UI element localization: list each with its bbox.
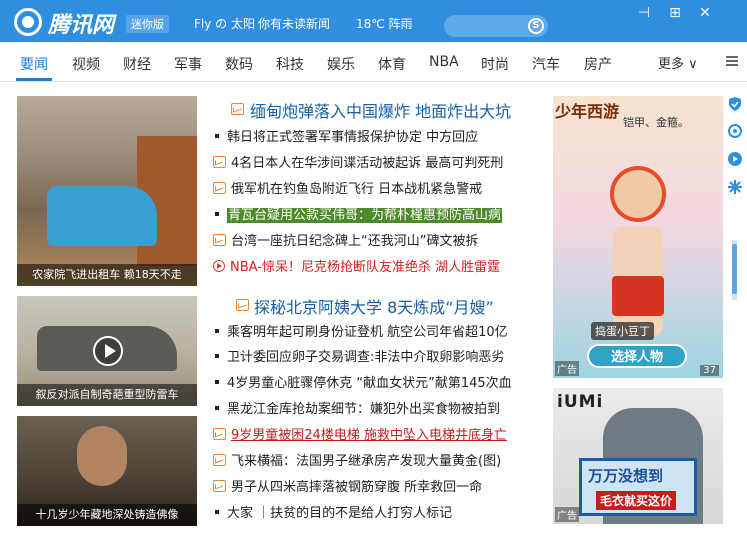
user-name[interactable]: Fly の 太阳 [194,15,255,32]
news-item[interactable]: 男子从四米高摔落被钢筋穿腹 所幸救回一命 [213,478,543,498]
close-icon[interactable]: ✕ [694,4,716,22]
ad-promo-line1: 万万没想到 [588,467,664,485]
tab-entertainment[interactable]: 娱乐 [327,54,355,74]
menu-icon[interactable] [726,56,738,66]
news-item[interactable]: 俄军机在钓鱼岛附近飞行 日本战机紧急警戒 [213,180,543,200]
image-news-icon [213,234,226,246]
search-icon[interactable]: S [528,18,544,34]
image-news-icon [213,480,226,492]
bullet-icon [215,134,219,138]
bullet-icon [215,510,219,514]
news-item[interactable]: 9岁男童被困24楼电梯 施救中坠入电梯井底身亡 [213,426,543,446]
ad-brand: iUMi [557,392,604,412]
category-nav: 要闻 视频 财经 军事 数码 科技 娱乐 体育 NBA 时尚 汽车 房产 更多 … [0,42,747,82]
title-bar: 腾讯网 迷你版 Fly の 太阳 你有未读新闻 18℃ 阵雨 S ⊣ ⊞ ✕ [0,0,747,42]
ad-game-title: 少年西游 [555,102,620,121]
bullet-icon [215,329,219,333]
tab-finance[interactable]: 财经 [123,54,151,74]
image-news-icon [213,454,226,466]
tab-digital[interactable]: 数码 [225,54,253,74]
play-icon[interactable] [93,336,123,366]
tab-fashion[interactable]: 时尚 [481,54,509,74]
scrollbar-thumb[interactable] [732,244,737,294]
tab-nba[interactable]: NBA [429,54,459,70]
ad-label: 广告 [555,507,579,522]
photo-caption[interactable]: 农家院飞进出租车 赖18天不走 [17,264,197,286]
bullet-icon [215,406,219,410]
news-item[interactable]: 乘客明年起可刷身份证登机 航空公司年省超10亿 [213,323,543,343]
news-item[interactable]: 台湾一座抗日纪念碑上“还我河山”碑文被拆 [213,232,543,252]
news-item[interactable]: 4岁男童心脏骤停休克 “献血女状元”献第145次血 [213,374,543,394]
game-ad[interactable]: 少年西游 铠甲、金箍。 捣蛋小豆丁 选择人物 广告 37 [553,96,723,378]
character-skirt [612,276,664,316]
settings-icon[interactable] [727,179,743,195]
image-news-icon [213,428,226,440]
photo-caption[interactable]: 十几岁少年藏地深处铸造佛像 [17,504,197,526]
pin-icon[interactable]: ⊣ [633,4,655,22]
tab-yaowen[interactable]: 要闻 [20,54,48,74]
search-box[interactable]: S [444,15,548,37]
maximize-icon[interactable]: ⊞ [664,4,686,22]
unread-news-link[interactable]: 你有未读新闻 [258,15,330,32]
sweater-ad[interactable]: iUMi 万万没想到 毛衣就买这价 广告 [553,388,723,524]
shield-icon[interactable] [727,96,743,112]
tab-sports[interactable]: 体育 [378,54,406,74]
ad-promo-line2: 毛衣就买这价 [596,491,677,510]
tab-auto[interactable]: 汽车 [532,54,560,74]
news-item[interactable]: 4名日本人在华涉间谍活动被起诉 最高可判死刑 [213,154,543,174]
news-item[interactable]: 大家 ｜扶贫的目的不是给人打穷人标记 [213,504,543,524]
tab-video[interactable]: 视频 [72,54,100,74]
tab-tech[interactable]: 科技 [276,54,304,74]
photo-taxi[interactable]: 农家院飞进出租车 赖18天不走 [17,96,197,286]
photo-face [77,426,127,486]
brand-name: 腾讯网 [48,13,115,38]
mini-version-badge: 迷你版 [126,15,169,33]
video-icon[interactable] [727,151,743,167]
ad-countdown: 37 [700,365,719,376]
bullet-icon [215,354,219,358]
news-item[interactable]: 韩日将正式签署军事情报保护协定 中方回应 [213,128,543,148]
news-item[interactable]: 青瓦台疑用公款买伟哥：为帮朴槿惠预防高山病 [213,206,543,226]
headline-1[interactable]: 缅甸炮弹落入中国爆炸 地面炸出大坑 [250,98,511,122]
headline-2[interactable]: 探秘北京阿姨大学 8天炼成“月嫂” [254,294,494,318]
ad-character-tag: 捣蛋小豆丁 [591,322,654,340]
more-button[interactable]: 更多 ∨ [658,53,698,72]
refresh-icon[interactable] [727,123,743,139]
image-news-icon [231,103,244,115]
bullet-icon [215,212,219,216]
news-item[interactable]: NBA-惊呆！尼克杨抢断队友准绝杀 湖人胜雷霆 [213,258,543,278]
ad-slogan: 铠甲、金箍。 [623,116,689,129]
character-head [610,166,666,222]
tencent-logo-icon [14,8,42,36]
photo-armored-vehicle[interactable]: 叙反对派自制奇葩重型防雷车 [17,296,197,406]
photo-car [47,186,157,246]
tab-house[interactable]: 房产 [584,54,612,74]
photo-caption[interactable]: 叙反对派自制奇葩重型防雷车 [17,384,197,406]
tab-military[interactable]: 军事 [174,54,202,74]
image-news-icon [213,182,226,194]
news-item[interactable]: 黑龙江金库抢劫案细节：嫌犯外出买食物被拍到 [213,400,543,420]
ad-promo-box: 万万没想到 毛衣就买这价 [579,458,697,516]
weather-link[interactable]: 18℃ 阵雨 [356,15,413,32]
select-character-button[interactable]: 选择人物 [587,344,687,368]
image-news-icon [213,156,226,168]
bullet-icon [215,380,219,384]
news-item[interactable]: 卫计委回应卵子交易调查:非法中介取卵影响恶劣 [213,348,543,368]
ad-label: 广告 [555,361,579,376]
photo-buddha[interactable]: 十几岁少年藏地深处铸造佛像 [17,416,197,526]
video-play-icon [213,260,225,272]
image-news-icon [236,299,249,311]
active-tab-indicator [16,78,52,81]
news-item[interactable]: 飞来横福：法国男子继承房产发现大量黄金(图) [213,452,543,472]
